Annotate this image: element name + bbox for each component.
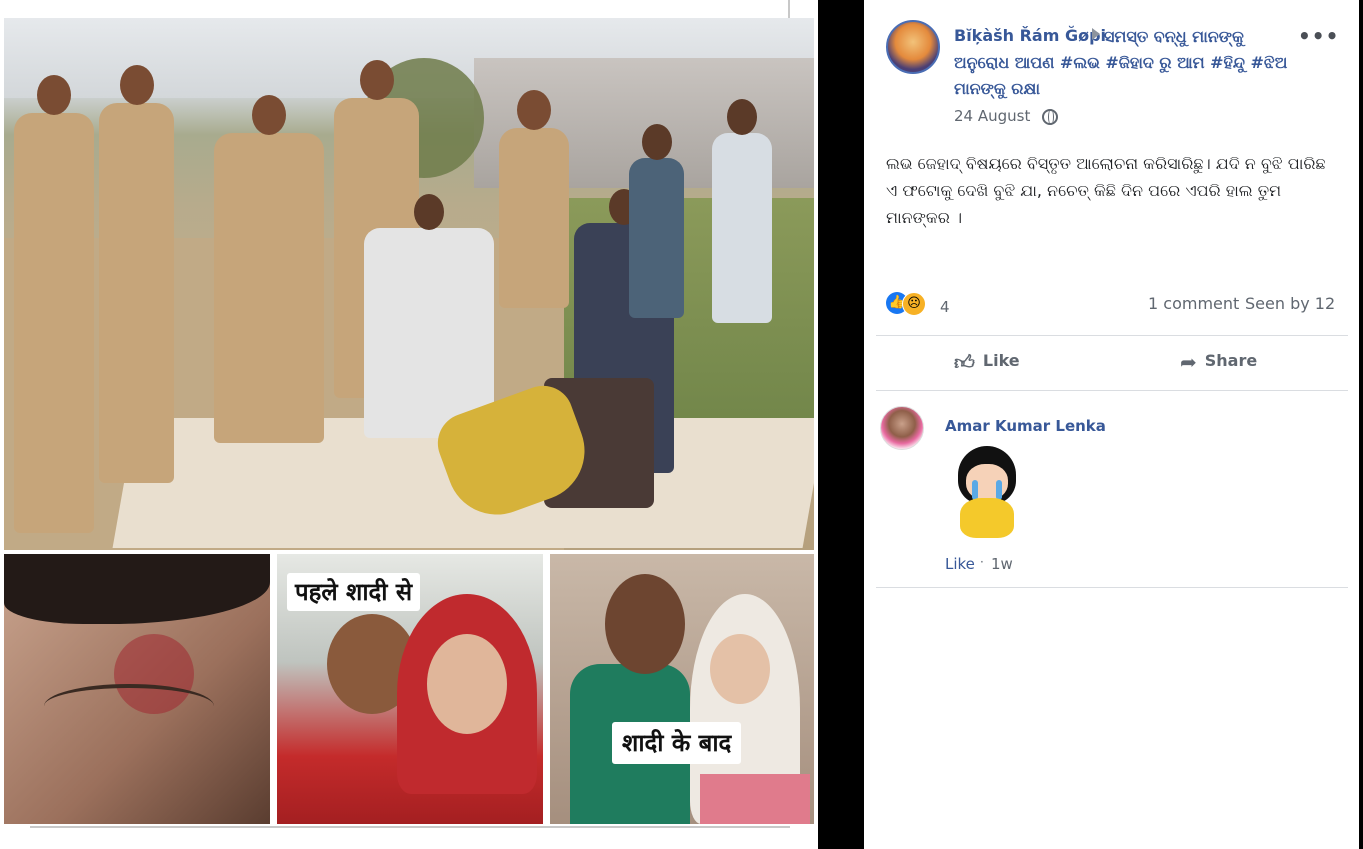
author-name[interactable]: Bĭķàšh Řám Ğøpi <box>954 26 1106 45</box>
divider <box>876 335 1348 336</box>
like-label: Like <box>982 351 1020 370</box>
divider <box>876 587 1348 588</box>
seen-by-count[interactable]: Seen by 12 <box>1245 294 1335 313</box>
caption-before: पहले शादी से <box>287 573 421 611</box>
share-arrow-icon: ➦ <box>1180 350 1197 374</box>
caption-after: शादी के बाद <box>612 722 742 764</box>
crying-sticker <box>950 446 1026 542</box>
photo-bruised-eye[interactable] <box>4 554 270 824</box>
reaction-count[interactable]: 4 <box>940 298 950 316</box>
post-photo-area[interactable]: पहले शादी से शादी के बाद <box>0 0 818 849</box>
commenter-name[interactable]: Amar Kumar Lenka <box>945 417 1106 435</box>
commenter-avatar[interactable] <box>880 406 924 450</box>
like-button[interactable]: 👍︎ Like <box>954 350 1020 375</box>
share-label: Share <box>1204 351 1258 370</box>
thumbs-up-icon: 👍︎ <box>954 350 975 374</box>
separator-dot: · <box>980 555 984 569</box>
post-target-line2[interactable]: ଅନୁରୋଧ ଆପଣ #ଲଭ #ଜିହାଦ ରୁ ଆମ #ହିନ୍ଦୁ #ଝିଅ… <box>954 50 1314 102</box>
post-target-line1[interactable]: ସମସ୍ତ ବନ୍ଧୁ ମାନଙ୍କୁ <box>1104 24 1304 50</box>
more-options-icon[interactable]: ••• <box>1298 24 1339 48</box>
post-date[interactable]: 24 August <box>954 107 1030 125</box>
share-button[interactable]: ➦ Share <box>1180 350 1257 374</box>
photo-frame-bottom <box>30 826 790 828</box>
photo-after-marriage[interactable] <box>550 554 814 824</box>
comment-count[interactable]: 1 comment <box>1148 294 1239 313</box>
divider <box>876 390 1348 391</box>
comment-time[interactable]: 1w <box>991 555 1013 573</box>
post-panel: Bĭķàšh Řám Ğøpi ସମସ୍ତ ବନ୍ଧୁ ମାନଙ୍କୁ ଅନୁର… <box>864 0 1359 849</box>
comment-like-link[interactable]: Like <box>945 555 975 573</box>
post-text: ଲଭ ଜେହାଦ୍ ବିଷୟରେ ବିସ୍ତୃତ ଆଲୋଚନା କରିସାରିଛ… <box>886 154 1326 227</box>
author-avatar[interactable] <box>886 20 940 74</box>
main-photo[interactable] <box>4 18 814 550</box>
photo-frame-edge <box>788 0 790 18</box>
sad-reaction-icon: ☹ <box>902 292 926 316</box>
globe-icon <box>1042 109 1058 125</box>
caret-right-icon <box>1092 28 1100 40</box>
